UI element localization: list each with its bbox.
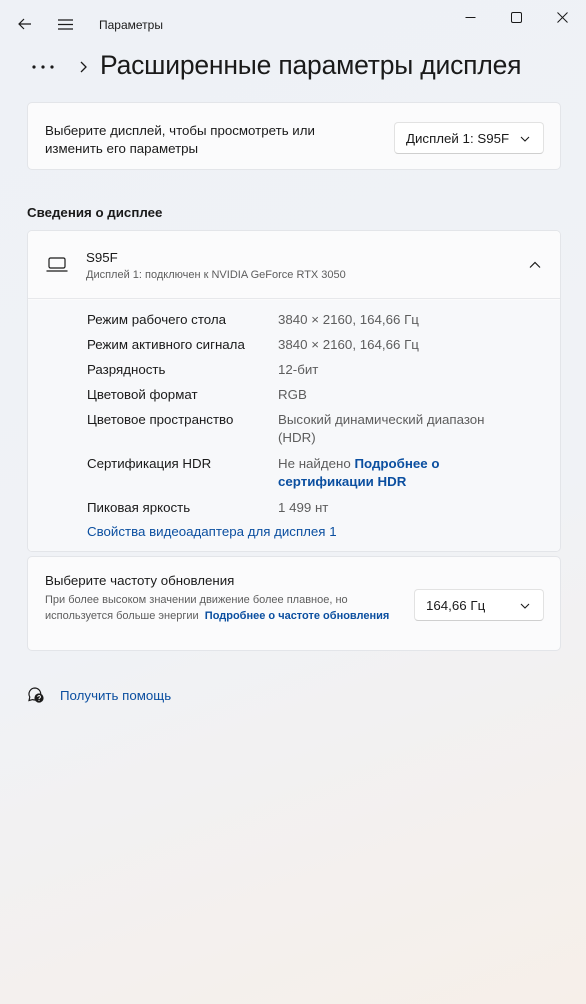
property-value: RGB [278, 387, 307, 402]
property-value: 12-бит [278, 362, 319, 377]
property-value: 3840 × 2160, 164,66 Гц [278, 312, 419, 327]
property-label: Цветовое пространство [87, 412, 234, 427]
chevron-up-icon[interactable] [526, 256, 544, 274]
property-label: Разрядность [87, 362, 166, 377]
property-value: 3840 × 2160, 164,66 Гц [278, 337, 419, 352]
property-label: Режим рабочего стола [87, 312, 227, 327]
refresh-learn-more-link[interactable]: Подробнее о частоте обновления [205, 610, 390, 622]
chevron-right-icon [76, 61, 90, 73]
window-title: Параметры [99, 18, 163, 32]
property-value: Не найдено Подробнее о сертификации HDR [278, 455, 468, 491]
hamburger-menu-icon[interactable] [54, 13, 76, 35]
hdr-cert-value: Не найдено [278, 456, 351, 471]
property-label: Режим активного сигнала [87, 337, 245, 352]
refresh-description: При более высоком значении движение боле… [45, 592, 397, 624]
adapter-properties-link[interactable]: Свойства видеоадаптера для дисплея 1 [87, 524, 337, 539]
minimize-icon[interactable] [458, 6, 482, 28]
close-icon[interactable] [550, 6, 574, 28]
more-dots-icon[interactable] [30, 57, 56, 77]
display-select-label: Выберите дисплей, чтобы просмотреть или … [45, 123, 315, 156]
help-chat-icon [26, 685, 46, 705]
refresh-rate-dropdown[interactable]: 164,66 Гц [414, 589, 544, 621]
maximize-icon[interactable] [504, 6, 528, 28]
chevron-down-icon [519, 600, 531, 612]
refresh-title: Выберите частоту обновления [45, 573, 235, 588]
chevron-down-icon [519, 133, 531, 145]
back-arrow-icon[interactable] [14, 13, 36, 35]
display-dropdown-value: Дисплей 1: S95F [406, 130, 510, 146]
breadcrumb [30, 50, 90, 84]
property-value: Высокий динамический диапазон (HDR) [278, 412, 485, 445]
display-dropdown[interactable]: Дисплей 1: S95F [394, 122, 544, 154]
property-label: Цветовой формат [87, 387, 198, 402]
display-info-body: Режим рабочего стола 3840 × 2160, 164,66… [28, 300, 560, 551]
monitor-connection: Дисплей 1: подключен к NVIDIA GeForce RT… [86, 269, 346, 281]
monitor-name: S95F [86, 250, 118, 265]
display-select-card: Выберите дисплей, чтобы просмотреть или … [27, 102, 561, 170]
get-help-link[interactable]: Получить помощь [26, 684, 171, 706]
laptop-icon [46, 257, 68, 275]
title-bar: Параметры [0, 0, 586, 50]
display-info-header[interactable]: S95F Дисплей 1: подключен к NVIDIA GeFor… [28, 231, 560, 299]
property-value: 1 499 нт [278, 500, 329, 515]
page-title: Расширенные параметры дисплея [100, 50, 522, 80]
display-info-card: S95F Дисплей 1: подключен к NVIDIA GeFor… [27, 230, 561, 552]
refresh-rate-card: Выберите частоту обновления При более вы… [27, 556, 561, 651]
property-label: Сертификация HDR [87, 456, 212, 471]
get-help-label: Получить помощь [60, 687, 172, 703]
section-heading: Сведения о дисплее [27, 205, 163, 220]
property-label: Пиковая яркость [87, 500, 191, 515]
refresh-dropdown-value: 164,66 Гц [426, 597, 486, 613]
